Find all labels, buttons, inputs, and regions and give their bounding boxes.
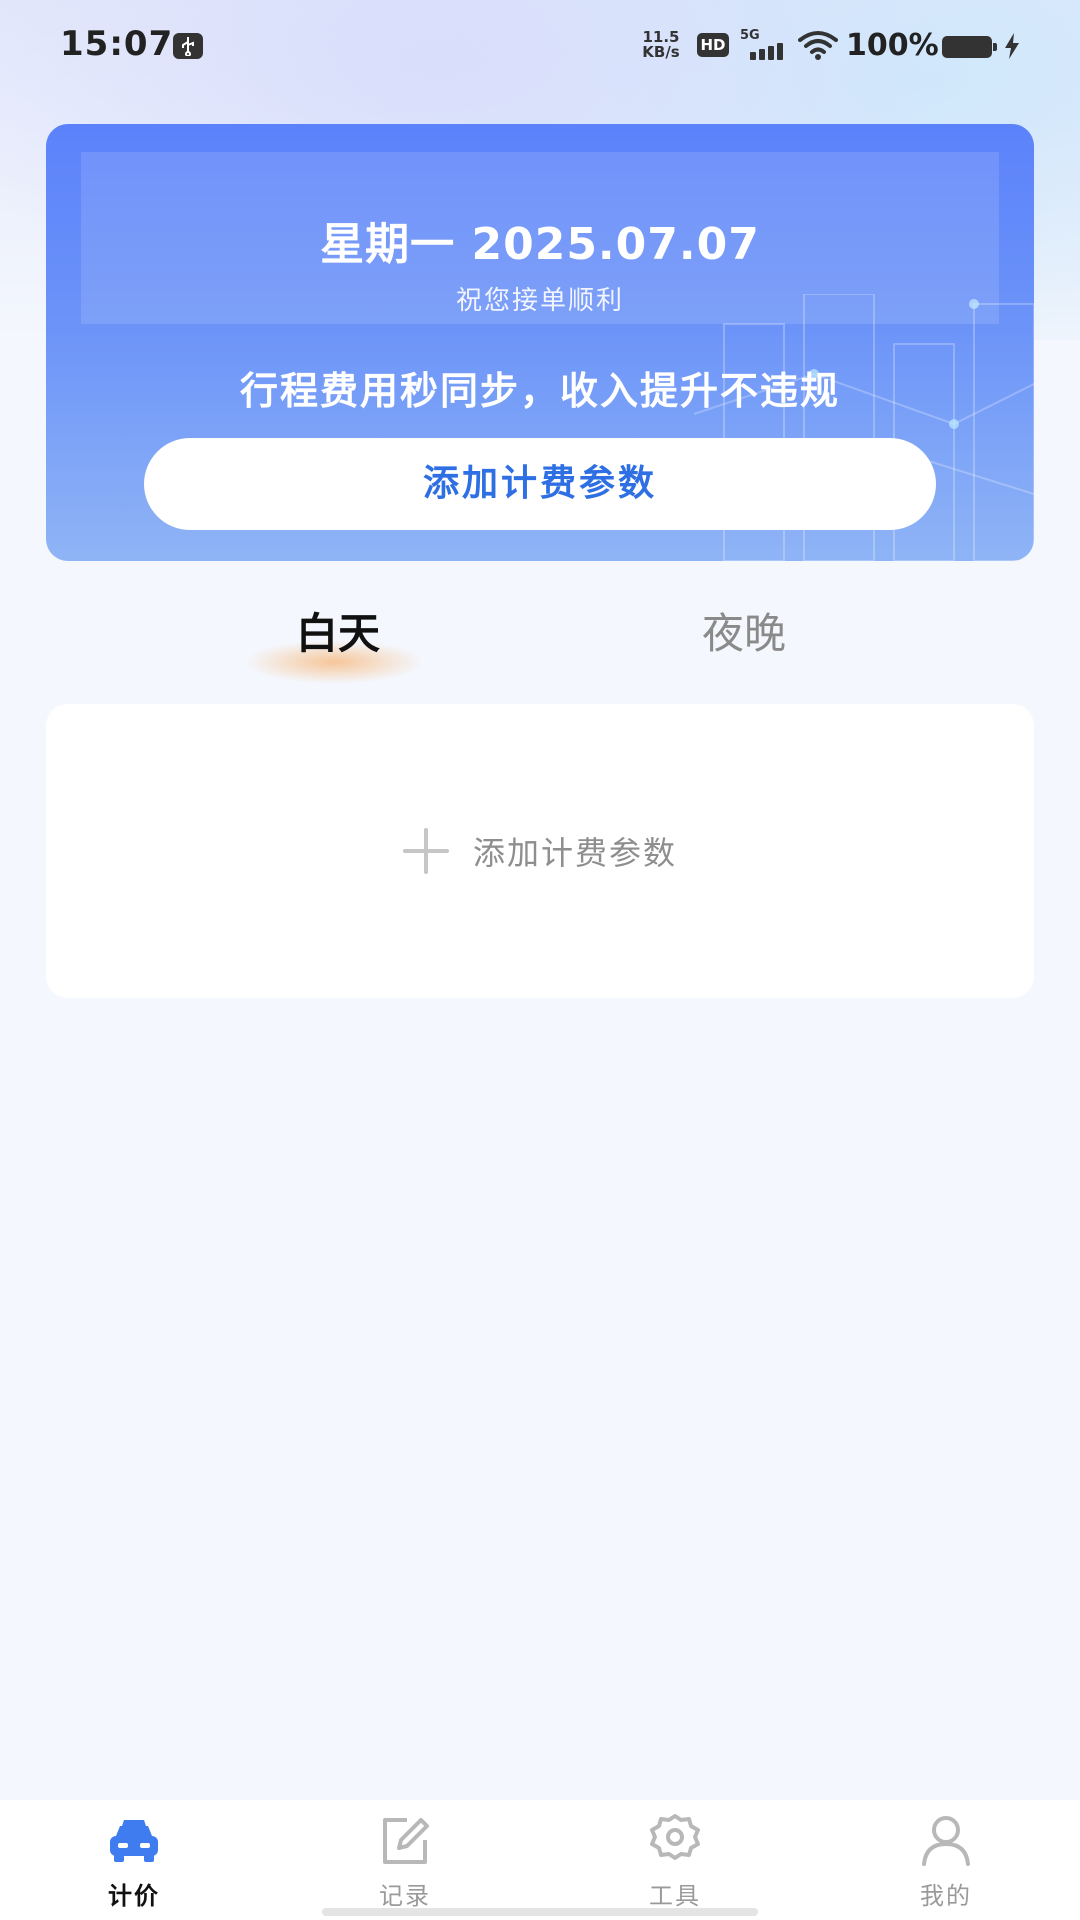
nav-item-records[interactable]: 记录 <box>315 1800 495 1920</box>
status-time: 15:07 <box>60 24 174 64</box>
battery-percent: 100% <box>846 28 939 63</box>
status-bar: 15:07 11.5 KB/s HD 5G 100% <box>0 0 1080 92</box>
nav-label-tools: 工具 <box>649 1882 701 1910</box>
taxi-icon <box>110 1820 158 1862</box>
network-type: 5G <box>740 28 760 43</box>
hero-wish: 祝您接单顺利 <box>455 286 624 316</box>
bottom-nav: 计价 记录 工具 我的 <box>0 1800 1080 1920</box>
hero-slogan: 行程费用秒同步，收入提升不违规 <box>239 369 840 413</box>
add-fare-params-button[interactable]: 添加计费参数 <box>144 438 936 530</box>
nav-label-pricing: 计价 <box>108 1882 160 1910</box>
net-speed-unit: KB/s <box>642 43 680 61</box>
wifi-icon <box>798 30 838 64</box>
add-fare-params-entry[interactable]: 添加计费参数 <box>46 704 1034 998</box>
tab-night[interactable]: 夜晚 <box>634 598 854 670</box>
net-speed: 11.5 KB/s <box>638 30 684 60</box>
hero-date: 星期一 2025.07.07 <box>320 219 760 270</box>
add-fare-params-label: 添加计费参数 <box>472 834 677 872</box>
charging-icon <box>1004 33 1020 63</box>
nav-item-pricing[interactable]: 计价 <box>44 1800 224 1920</box>
user-icon <box>922 1816 970 1866</box>
nav-label-records: 记录 <box>379 1882 431 1910</box>
nav-label-mine: 我的 <box>920 1882 972 1910</box>
home-indicator[interactable] <box>322 1908 758 1916</box>
hd-badge: HD <box>697 33 729 57</box>
date-panel: 星期一 2025.07.07 祝您接单顺利 <box>81 152 999 324</box>
plus-icon <box>402 828 449 874</box>
hero-banner: 星期一 2025.07.07 祝您接单顺利 行程费用秒同步，收入提升不违规 添加… <box>46 124 1034 561</box>
tab-day[interactable]: 白天 <box>228 598 448 670</box>
gear-icon <box>650 1814 700 1860</box>
usb-icon <box>173 33 203 59</box>
nav-item-tools[interactable]: 工具 <box>585 1800 765 1920</box>
edit-icon <box>383 1818 429 1864</box>
fare-params-card: 添加计费参数 <box>46 704 1034 998</box>
battery-icon <box>942 36 997 58</box>
nav-item-mine[interactable]: 我的 <box>856 1800 1036 1920</box>
signal-icon: 5G <box>740 28 788 60</box>
